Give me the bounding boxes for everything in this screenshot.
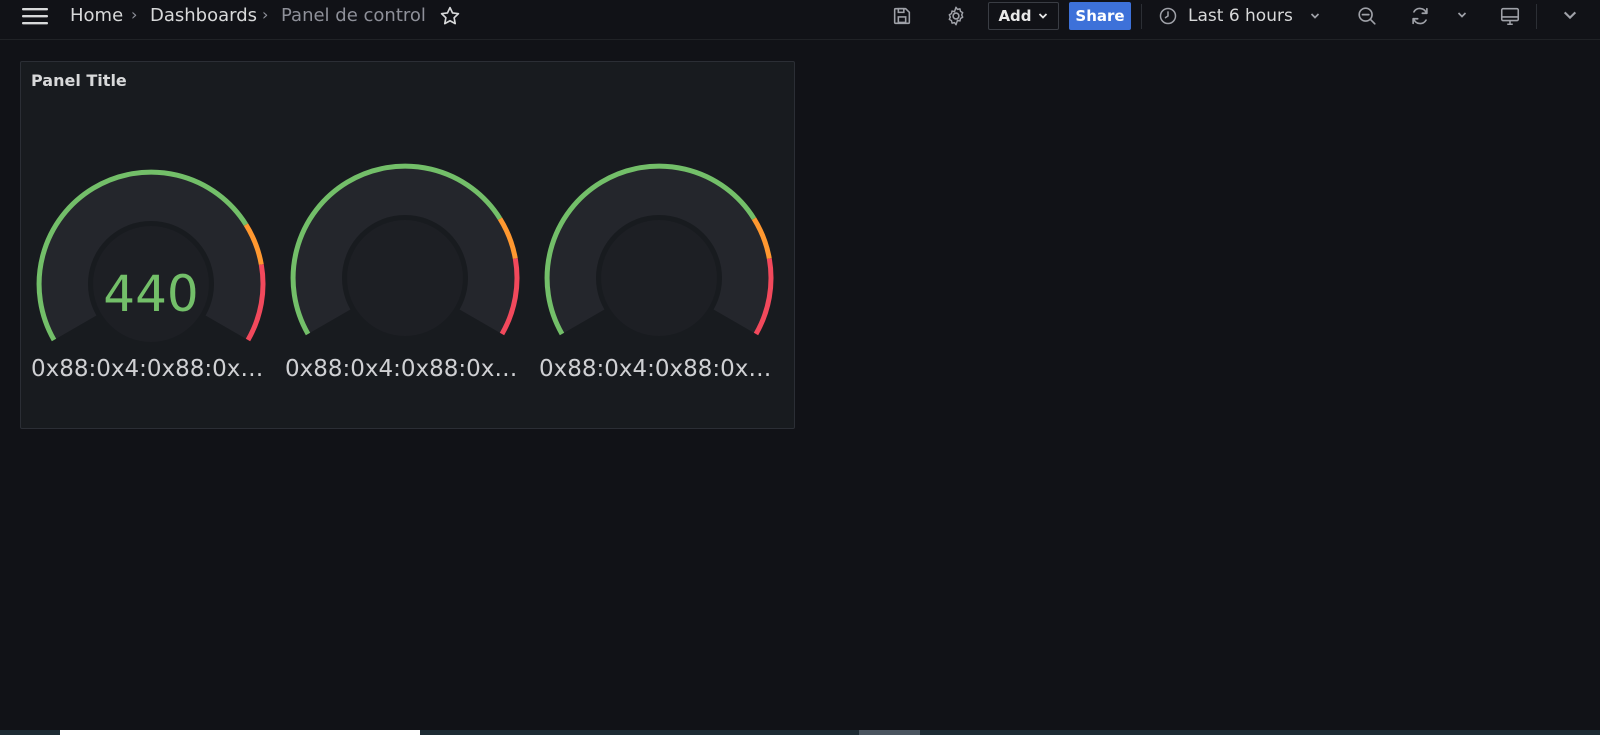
gauge-center	[601, 220, 717, 336]
gauge-panel[interactable]: Panel Title 440 0x88:0x4:0x88:0x4:0x2a:0…	[20, 61, 795, 429]
time-range-label: Last 6 hours	[1188, 6, 1293, 26]
taskbar-item[interactable]	[859, 730, 920, 735]
breadcrumb-home[interactable]: Home	[70, 4, 123, 28]
star-icon[interactable]	[438, 4, 462, 28]
gauge-label: 0x88:0x4:0x88:0x4:0x2a:0x9	[539, 356, 779, 382]
zoom-out-icon[interactable]	[1355, 4, 1379, 28]
time-range-picker[interactable]: Last 6 hours	[1158, 2, 1321, 30]
menu-icon[interactable]	[20, 2, 50, 30]
share-button[interactable]: Share	[1069, 2, 1131, 30]
breadcrumb-current-dashboard: Panel de control	[281, 5, 426, 26]
toolbar-divider	[1141, 4, 1142, 29]
chevron-down-icon[interactable]	[1560, 5, 1580, 25]
gauge-label: 0x88:0x4:0x88:0x4:0x2a:0x8	[285, 356, 525, 382]
add-button[interactable]: Add	[988, 2, 1059, 30]
breadcrumb-dashboards[interactable]: Dashboards	[150, 4, 257, 28]
breadcrumb-separator: ›	[262, 5, 269, 24]
top-nav-bar: Home › Dashboards › Panel de control Add…	[0, 0, 1600, 40]
chevron-down-icon[interactable]	[1454, 7, 1470, 23]
add-button-label: Add	[998, 7, 1032, 25]
clock-icon	[1158, 6, 1178, 26]
gauge-center	[347, 220, 463, 336]
gauge-label: 0x88:0x4:0x88:0x4:0x2a:0x7	[31, 356, 271, 382]
toolbar-divider	[1536, 4, 1537, 29]
chevron-down-icon	[1037, 10, 1049, 22]
taskbar-item[interactable]	[60, 730, 420, 735]
monitor-icon[interactable]	[1498, 4, 1522, 28]
save-icon[interactable]	[890, 4, 914, 28]
breadcrumb-separator: ›	[131, 5, 138, 24]
refresh-icon[interactable]	[1408, 4, 1432, 28]
gear-icon[interactable]	[944, 4, 968, 28]
chevron-down-icon	[1309, 10, 1321, 22]
gauge-value: 440	[103, 265, 198, 323]
